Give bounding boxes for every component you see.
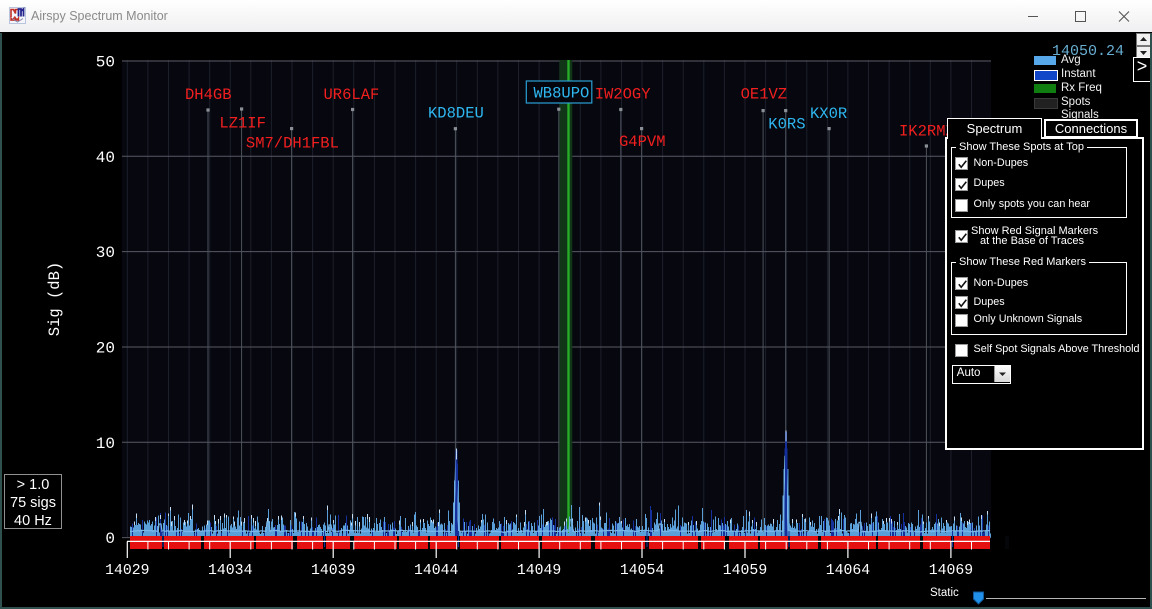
svg-text:14049: 14049 (517, 563, 561, 579)
svg-text:20: 20 (96, 339, 115, 357)
svg-text:KD8DEU: KD8DEU (428, 105, 484, 123)
svg-text:10: 10 (96, 435, 115, 453)
svg-text:14044: 14044 (414, 563, 459, 579)
svg-text:UR6LAF: UR6LAF (324, 86, 380, 104)
svg-text:14069: 14069 (929, 563, 973, 579)
svg-text:40: 40 (96, 149, 115, 167)
svg-text:14064: 14064 (826, 563, 871, 579)
svg-text:LZ1IF: LZ1IF (219, 115, 266, 133)
svg-text:G4PVM: G4PVM (619, 133, 666, 151)
svg-text:50: 50 (96, 54, 115, 72)
svg-text:14039: 14039 (311, 563, 355, 579)
svg-text:Sig (dB): Sig (dB) (46, 262, 64, 336)
svg-text:K0RS: K0RS (768, 116, 805, 134)
svg-text:IW2OGY: IW2OGY (595, 86, 652, 104)
svg-text:OE1VZ: OE1VZ (741, 86, 788, 104)
svg-text:14059: 14059 (723, 563, 767, 579)
svg-text:14054: 14054 (620, 563, 665, 579)
svg-text:WB8UPO: WB8UPO (534, 85, 590, 103)
svg-text:DH4GB: DH4GB (185, 86, 232, 104)
svg-text:KX0R: KX0R (810, 105, 847, 123)
svg-text:30: 30 (96, 244, 115, 262)
svg-text:14034: 14034 (208, 563, 253, 579)
svg-text:0: 0 (105, 530, 115, 548)
svg-text:SM7/DH1FBL: SM7/DH1FBL (246, 134, 339, 152)
svg-text:14029: 14029 (105, 563, 149, 579)
